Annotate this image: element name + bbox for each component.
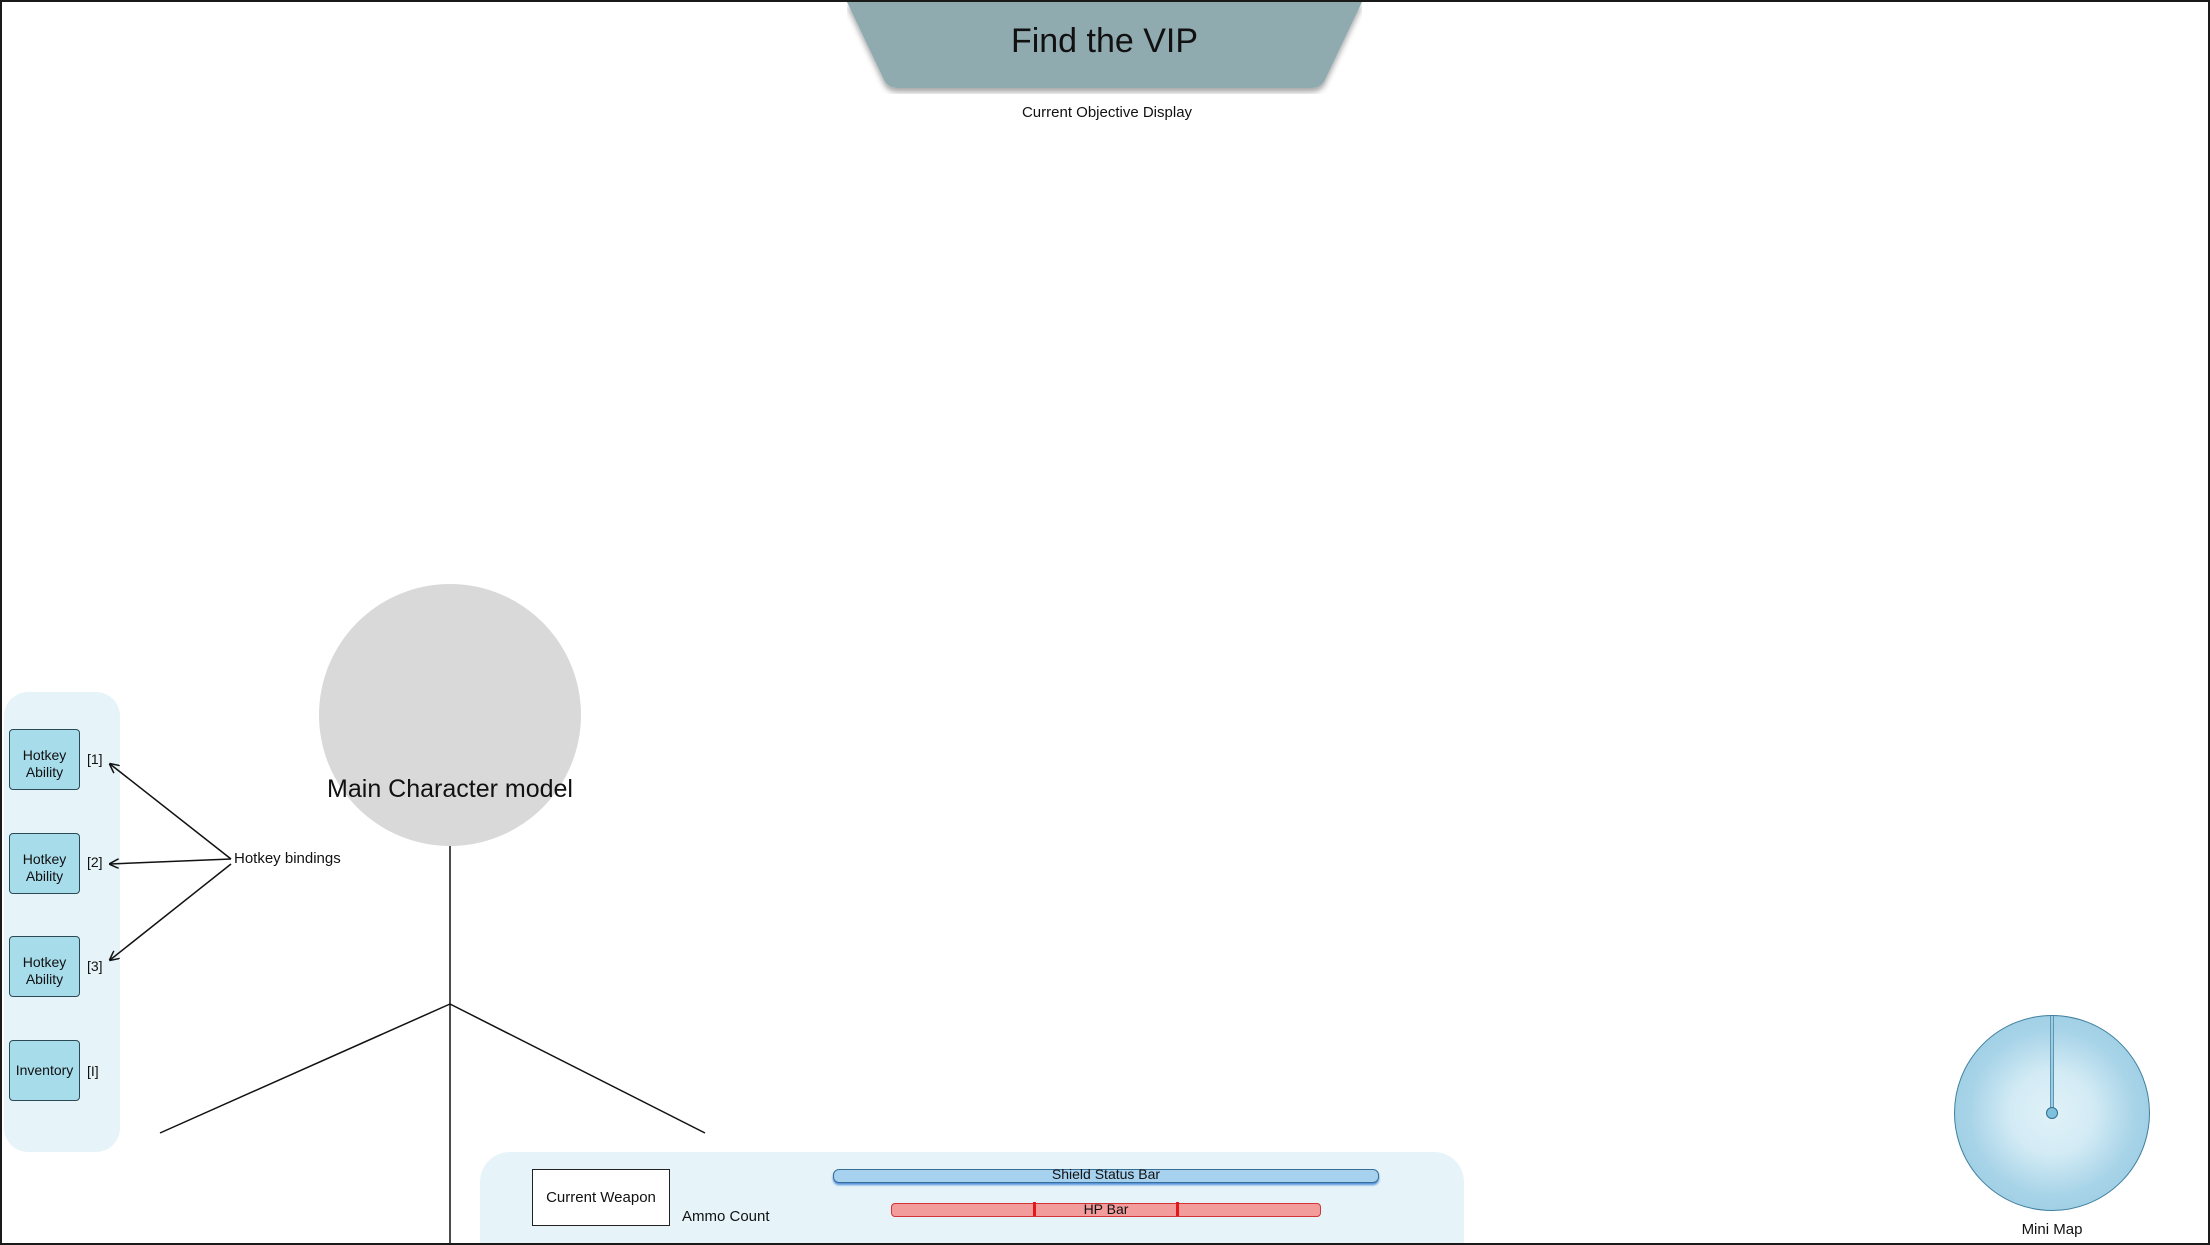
hotkey-ability-3-button[interactable]: Hotkey Ability xyxy=(9,936,80,997)
mini-map[interactable] xyxy=(1954,1015,2150,1211)
hp-bar-label: HP Bar xyxy=(1083,1201,1129,1217)
arrow-to-hotkey-1 xyxy=(110,764,232,860)
line-overlay xyxy=(2,2,706,1243)
hotkey-key-2: [2] xyxy=(87,854,103,870)
character-head xyxy=(319,584,581,846)
minimap-heading-indicator xyxy=(2050,1016,2054,1114)
character-right-arm xyxy=(449,1003,706,1134)
inventory-key: [I] xyxy=(87,1063,99,1079)
shield-status-label: Shield Status Bar xyxy=(1051,1166,1161,1182)
inventory-button[interactable]: Inventory xyxy=(9,1040,80,1101)
arrow-to-hotkey-3 xyxy=(110,863,232,960)
character-label: Main Character model xyxy=(327,775,573,803)
ammo-count: Ammo Count xyxy=(682,1208,770,1225)
hotkey-arrows xyxy=(110,764,232,960)
character-left-arm xyxy=(159,1003,451,1134)
mini-map-label: Mini Map xyxy=(2021,1221,2083,1238)
minimap-player-marker xyxy=(2046,1107,2058,1119)
hotkey-ability-1-button[interactable]: Hotkey Ability xyxy=(9,729,80,790)
hotkey-bindings-annotation: Hotkey bindings xyxy=(234,850,341,867)
hotkey-key-3: [3] xyxy=(87,958,103,974)
objective-banner: Find the VIP xyxy=(847,2,1362,90)
game-hud-wireframe: Find the VIP Current Objective Display H… xyxy=(0,0,2210,1245)
arrow-to-hotkey-2 xyxy=(110,858,232,864)
current-weapon-slot[interactable]: Current Weapon xyxy=(532,1169,670,1226)
objective-caption: Current Objective Display xyxy=(1021,104,1193,121)
hotkey-ability-2-button[interactable]: Hotkey Ability xyxy=(9,833,80,894)
hotkey-key-1: [1] xyxy=(87,751,103,767)
objective-title: Find the VIP xyxy=(1010,22,1199,60)
